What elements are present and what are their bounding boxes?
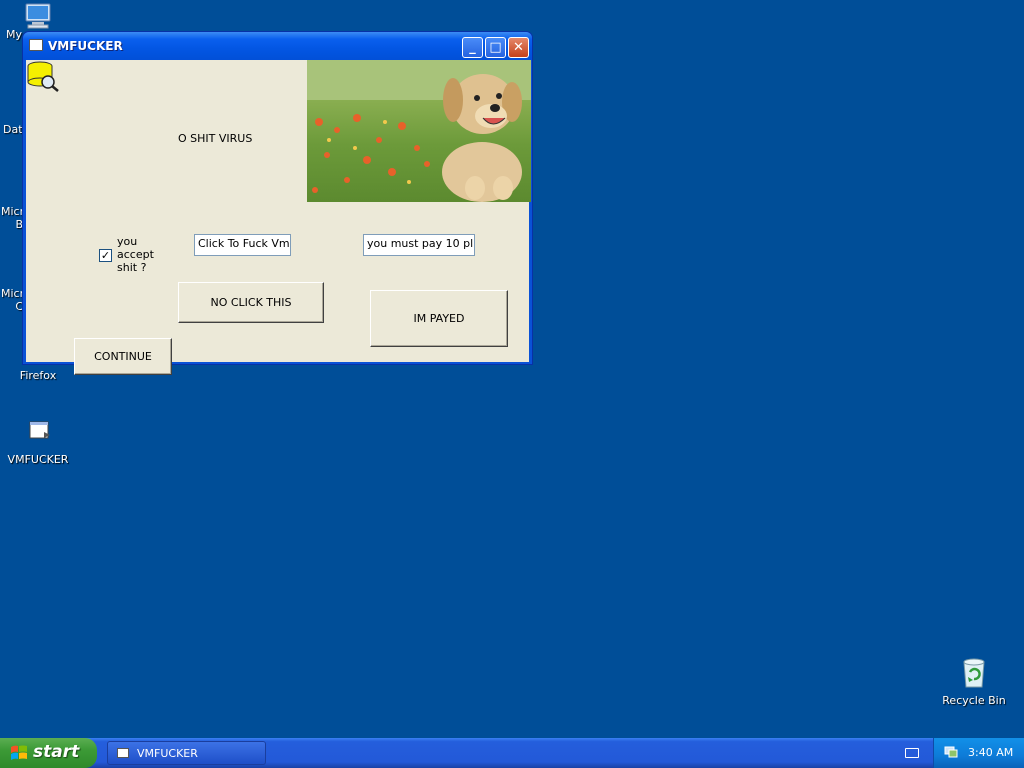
payment-textbox[interactable]: you must pay 10 pln xyxy=(363,234,475,256)
app-window[interactable]: VMFUCKER _ □ ✕ O SHIT VIRUS ✓ you accept… xyxy=(22,31,533,375)
desktop-icon-label: VMFUCKER xyxy=(7,453,69,466)
close-button[interactable]: ✕ xyxy=(508,37,529,58)
application-icon xyxy=(22,418,54,450)
minimize-button[interactable]: _ xyxy=(462,37,483,58)
application-icon xyxy=(117,748,129,758)
windows-flag-icon xyxy=(10,745,28,761)
taskbar: start VMFUCKER 3:40 AM xyxy=(0,738,1024,768)
desktop-icon-recycle-bin[interactable]: Recycle Bin xyxy=(936,656,1012,707)
window-titlebar[interactable]: VMFUCKER _ □ ✕ xyxy=(23,32,532,60)
continue-button[interactable]: CONTINUE xyxy=(74,338,172,375)
virus-heading: O SHIT VIRUS xyxy=(178,132,253,145)
desktop-icon-label: Micr C xyxy=(1,287,25,313)
window-client-area: O SHIT VIRUS ✓ you accept shit ? Click T… xyxy=(26,60,531,375)
maximize-button[interactable]: □ xyxy=(485,37,506,58)
start-label: start xyxy=(33,742,80,762)
computer-icon xyxy=(22,2,54,34)
taskbar-item-vmfucker[interactable]: VMFUCKER xyxy=(107,741,266,765)
keyboard-icon[interactable] xyxy=(905,748,919,758)
desktop-icon-firefox[interactable]: Firefox xyxy=(0,366,76,382)
desktop-icon-vmfucker[interactable]: VMFUCKER xyxy=(0,418,76,466)
window-title: VMFUCKER xyxy=(48,39,123,53)
accept-checkbox-label: you accept shit ? xyxy=(117,235,154,274)
desktop-icon-label: Firefox xyxy=(19,369,57,382)
clock[interactable]: 3:40 AM xyxy=(968,746,1013,759)
taskbar-item-label: VMFUCKER xyxy=(137,747,198,760)
desktop-icon-label: Recycle Bin xyxy=(942,694,1006,707)
desktop-icon-label: Micr B xyxy=(1,205,25,231)
fuck-vm-textbox[interactable]: Click To Fuck Vm xyxy=(194,234,291,256)
start-button[interactable]: start xyxy=(0,738,97,768)
im-payed-button[interactable]: IM PAYED xyxy=(370,290,508,347)
window-app-icon xyxy=(29,39,43,51)
database-search-icon xyxy=(26,60,62,94)
network-icon[interactable] xyxy=(944,746,958,758)
accept-checkbox[interactable]: ✓ xyxy=(99,249,112,262)
system-tray: 3:40 AM xyxy=(933,738,1024,768)
no-click-this-button[interactable]: NO CLICK THIS xyxy=(178,282,324,323)
puppy-picture xyxy=(307,60,531,202)
recycle-bin-icon xyxy=(958,656,990,688)
